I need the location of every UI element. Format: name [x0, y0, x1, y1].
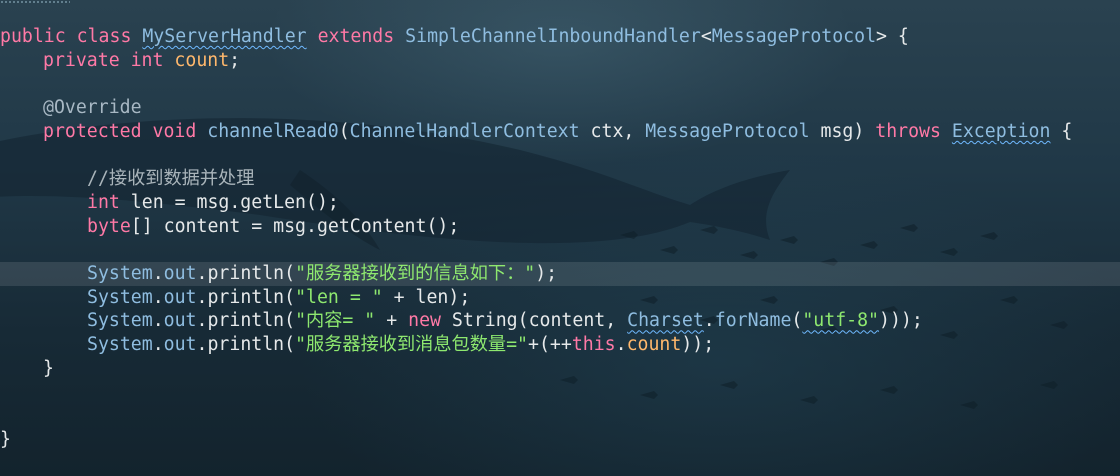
code-line[interactable]: System.out.println("服务器接收到消息包数量="+(++thi… — [0, 333, 1072, 357]
code-token-plain: String(content, — [440, 310, 628, 332]
code-token-plain: . — [152, 286, 164, 308]
code-line[interactable]: int len = msg.getLen(); — [0, 191, 1072, 215]
code-token-kw: int — [87, 191, 120, 213]
code-token-plain: . — [703, 310, 715, 332]
code-token-field: count — [174, 49, 230, 71]
code-token-type: forName — [714, 310, 792, 332]
code-token-plain: } — [43, 357, 54, 379]
code-token-type: Exception — [951, 120, 1051, 142]
code-token-kw: private — [43, 49, 120, 71]
code-token-plain: ( — [791, 310, 803, 332]
code-line[interactable]: protected void channelRead0(ChannelHandl… — [0, 120, 1072, 144]
code-token-plain: + — [375, 310, 409, 332]
code-line[interactable]: private int count; — [0, 49, 1072, 73]
code-token-plain: ); — [535, 262, 558, 284]
code-token-kw: public — [0, 26, 66, 47]
code-token-plain: . — [615, 333, 627, 355]
code-token-plain: } — [0, 428, 11, 450]
code-token-comment: //接收到数据并处理 — [87, 168, 255, 190]
code-token-kw: protected — [43, 120, 142, 142]
code-line[interactable] — [0, 380, 1072, 404]
code-token-plain: ))); — [879, 310, 923, 332]
code-line[interactable]: } — [0, 428, 1072, 452]
code-line[interactable] — [0, 143, 1072, 167]
code-token-plain: len = msg.getLen(); — [119, 191, 339, 213]
code-token-str: "len = " — [295, 286, 383, 308]
code-token-type: System — [87, 262, 153, 284]
code-token-type: MessageProtocol — [645, 120, 810, 142]
code-line[interactable]: } — [0, 357, 1072, 381]
code-editor[interactable]: public class MyServerHandler extends Sim… — [0, 0, 1120, 476]
code-token-plain: .println( — [196, 333, 296, 355]
code-token-kw: this — [571, 333, 616, 355]
code-token-type: System — [87, 310, 153, 332]
code-token-str: "服务器接收到消息包数量=" — [295, 333, 528, 355]
code-line[interactable]: //接收到数据并处理 — [0, 167, 1072, 191]
code-token-kw: byte — [87, 215, 131, 237]
code-token-type: channelRead0 — [207, 120, 339, 142]
code-content[interactable]: public class MyServerHandler extends Sim… — [0, 25, 1072, 451]
code-line[interactable]: System.out.println("服务器接收到的信息如下："); — [0, 262, 1072, 286]
code-line[interactable] — [0, 238, 1072, 262]
code-token-plain: + len); — [382, 286, 471, 308]
code-token-type: ChannelHandlerContext — [349, 120, 580, 142]
code-token-plain: > { — [876, 26, 909, 47]
code-line[interactable]: System.out.println("内容= " + new String(c… — [0, 309, 1072, 333]
code-token-plain: .println( — [196, 286, 296, 308]
code-token-type: System — [87, 333, 153, 355]
code-token-plain: +(++ — [528, 333, 572, 355]
code-token-str: "内容= " — [295, 310, 376, 332]
code-token-field: count — [626, 333, 682, 355]
code-token-type: Charset — [627, 310, 704, 332]
code-token-kw: new — [408, 310, 441, 332]
code-token-kw: throws — [875, 120, 941, 142]
code-token-type: MessageProtocol — [711, 26, 877, 47]
code-token-plain: ; — [229, 49, 241, 71]
code-token-kw: int — [130, 49, 164, 71]
code-token-plain: < — [700, 26, 712, 47]
code-token-plain: .println( — [196, 310, 296, 332]
code-line[interactable]: byte[] content = msg.getContent(); — [0, 215, 1072, 239]
code-token-plain: . — [152, 310, 164, 332]
code-token-type: SimpleChannelInboundHandler — [405, 26, 701, 47]
code-token-type: out — [163, 286, 197, 308]
code-token-str: "服务器接收到的信息如下：" — [295, 262, 536, 284]
top-decoration — [0, 0, 70, 4]
code-token-str: "utf-8" — [802, 310, 880, 332]
code-token-ann: @Override — [43, 97, 142, 119]
code-token-plain: msg) — [809, 120, 876, 142]
code-line[interactable] — [0, 404, 1072, 428]
code-token-plain: ( — [338, 120, 350, 142]
code-token-kw: void — [152, 120, 197, 142]
code-token-plain: . — [152, 262, 164, 284]
code-token-type: out — [163, 333, 197, 355]
code-token-type: out — [163, 310, 197, 332]
code-token-plain: { — [1050, 120, 1073, 142]
code-token-type: System — [87, 286, 153, 308]
code-token-plain: .println( — [196, 262, 296, 284]
code-line[interactable]: @Override — [0, 96, 1072, 120]
code-token-type: MyServerHandler — [142, 26, 307, 47]
code-token-plain: )); — [681, 333, 715, 355]
code-token-kw: extends — [317, 26, 395, 47]
code-token-plain: ctx, — [579, 120, 646, 142]
code-line[interactable]: public class MyServerHandler extends Sim… — [0, 25, 1072, 49]
code-token-plain: . — [152, 333, 164, 355]
code-token-plain: [] content = msg.getContent(); — [130, 215, 460, 237]
code-line[interactable]: System.out.println("len = " + len); — [0, 286, 1072, 310]
code-line[interactable] — [0, 72, 1072, 96]
code-token-type: out — [163, 262, 197, 284]
code-token-kw: class — [76, 26, 132, 47]
